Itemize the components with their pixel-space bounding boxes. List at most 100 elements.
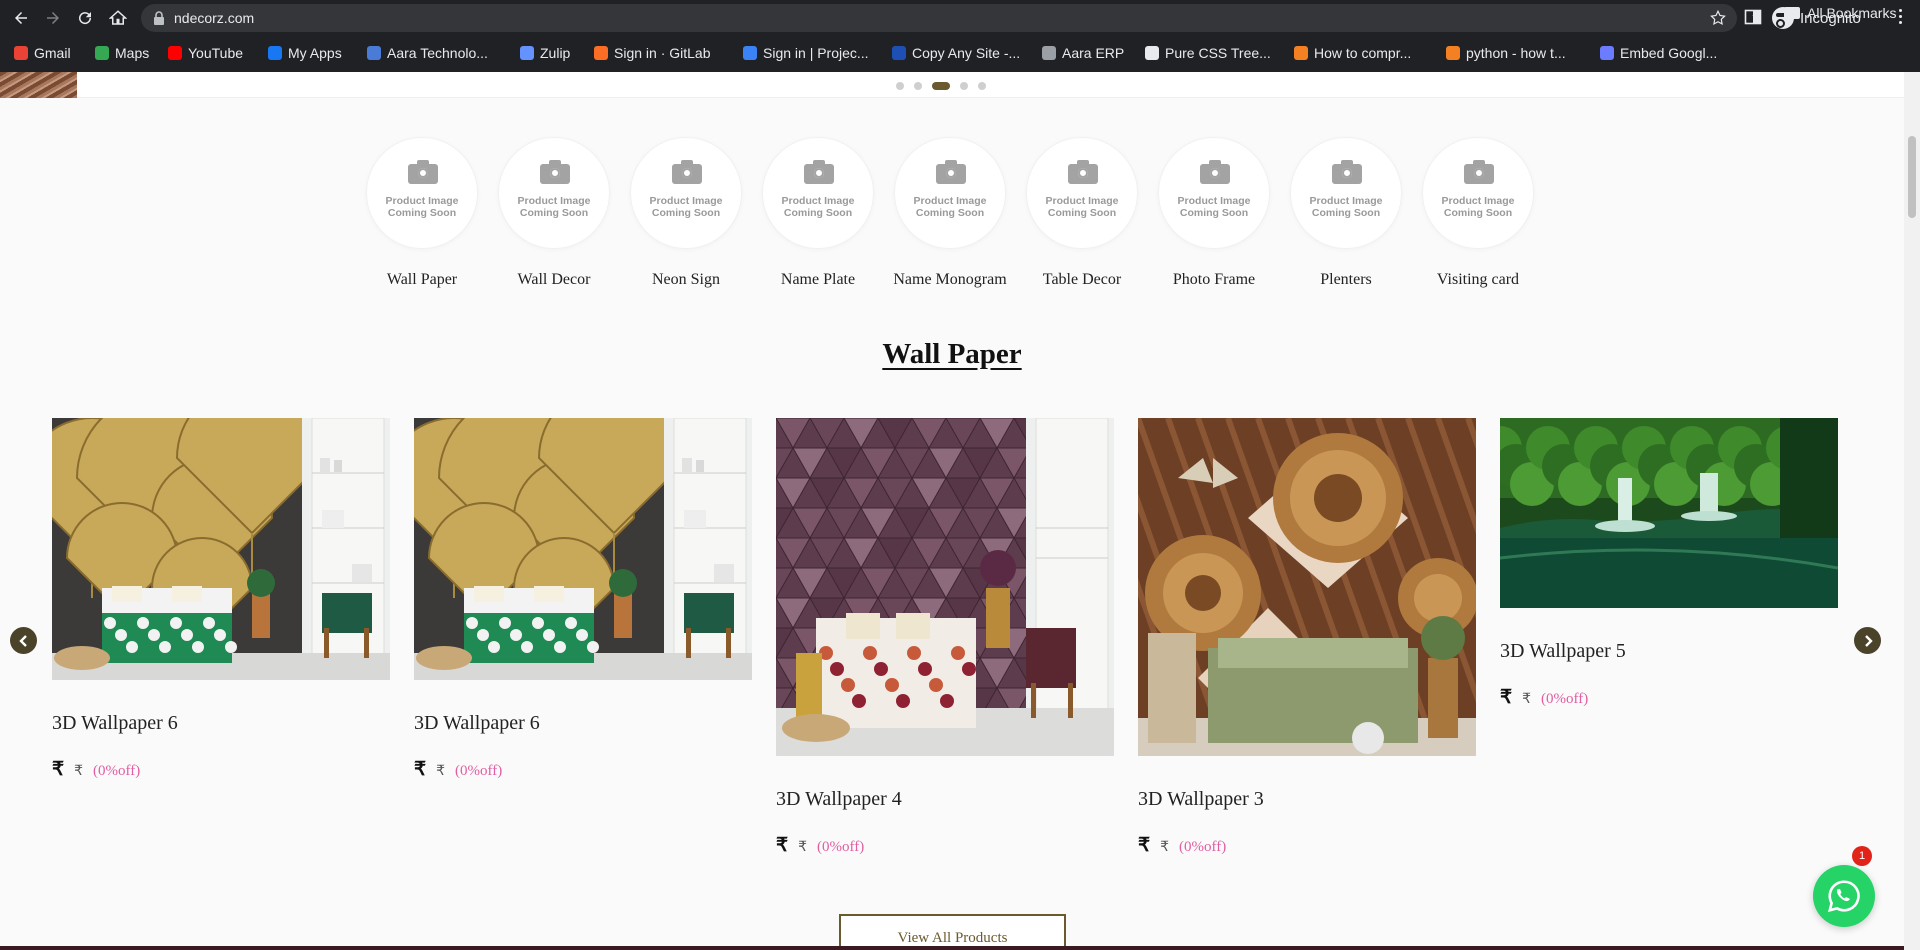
camera-icon (1200, 160, 1230, 184)
discount-label: (0%off) (1541, 691, 1589, 707)
category-label[interactable]: Wall Paper (356, 271, 488, 289)
product-image[interactable] (52, 418, 390, 680)
category-label[interactable]: Name Monogram (884, 271, 1016, 289)
bookmark-item[interactable]: Pure CSS Tree... (1145, 40, 1271, 66)
image-placeholder-text: Product Image Coming Soon (499, 195, 609, 219)
category-item[interactable]: Product Image Coming Soon Table Decor (1016, 138, 1148, 298)
bookmark-item[interactable]: Embed Googl... (1600, 40, 1717, 66)
category-image[interactable]: Product Image Coming Soon (1423, 138, 1533, 248)
bookmark-item[interactable]: Zulip (520, 40, 570, 66)
category-item[interactable]: Product Image Coming Soon Wall Paper (356, 138, 488, 298)
bookmark-item[interactable]: Sign in · GitLab (594, 40, 711, 66)
home-icon[interactable] (106, 6, 130, 30)
bookmark-item[interactable]: My Apps (268, 40, 342, 66)
category-image[interactable]: Product Image Coming Soon (895, 138, 1005, 248)
whatsapp-chat-button[interactable] (1813, 865, 1875, 927)
carousel-dot[interactable] (896, 82, 904, 90)
placeholder-line-1: Product Image (1309, 195, 1383, 207)
bookmark-item[interactable]: Gmail (14, 40, 71, 66)
category-image[interactable]: Product Image Coming Soon (1291, 138, 1401, 248)
category-label[interactable]: Name Plate (752, 271, 884, 289)
category-image[interactable]: Product Image Coming Soon (1159, 138, 1269, 248)
bookmark-label: Zulip (540, 45, 571, 61)
placeholder-line-1: Product Image (913, 195, 987, 207)
bookmark-item[interactable]: How to compr... (1294, 40, 1411, 66)
reload-icon[interactable] (73, 6, 97, 30)
product-image[interactable] (414, 418, 752, 680)
category-label[interactable]: Wall Decor (488, 271, 620, 289)
carousel-dot[interactable] (914, 82, 922, 90)
product-price: ₹ ₹ (0%off) (776, 834, 864, 857)
category-item[interactable]: Product Image Coming Soon Name Plate (752, 138, 884, 298)
camera-icon (1068, 160, 1098, 184)
bookmark-item[interactable]: python - how t... (1446, 40, 1566, 66)
scrollbar-thumb[interactable] (1908, 136, 1916, 218)
favicon-icon (95, 46, 109, 60)
bookmark-item[interactable]: Sign in | Projec... (743, 40, 869, 66)
image-placeholder-text: Product Image Coming Soon (1027, 195, 1137, 219)
product-price: ₹ ₹ (0%off) (1138, 834, 1226, 857)
product-name[interactable]: 3D Wallpaper 4 (776, 788, 902, 811)
carousel-next-button[interactable] (1854, 627, 1881, 654)
bookmark-label: Aara ERP (1062, 45, 1125, 61)
category-item[interactable]: Product Image Coming Soon Wall Decor (488, 138, 620, 298)
page-scrollbar[interactable] (1904, 72, 1920, 950)
carousel-dot[interactable] (960, 82, 968, 90)
all-bookmarks-button[interactable]: All Bookmarks (1784, 0, 1896, 26)
category-label[interactable]: Plenters (1280, 271, 1412, 289)
product-name[interactable]: 3D Wallpaper 6 (414, 712, 540, 735)
product-price: ₹ ₹ (0%off) (1500, 686, 1588, 709)
address-bar[interactable]: ndecorz.com (141, 4, 1737, 32)
camera-icon (408, 160, 438, 184)
bookmarks-overflow-button[interactable]: » (1752, 4, 1760, 20)
bookmark-label: Embed Googl... (1620, 45, 1718, 61)
chevron-right-icon (1864, 634, 1873, 647)
wallpaper-image (1500, 418, 1838, 608)
bookmark-item[interactable]: YouTube (168, 40, 243, 66)
category-item[interactable]: Product Image Coming Soon Name Monogram (884, 138, 1016, 298)
carousel-dot[interactable] (932, 82, 950, 90)
product-image[interactable] (1138, 418, 1476, 756)
back-icon[interactable] (9, 6, 33, 30)
category-item[interactable]: Product Image Coming Soon Visiting card (1412, 138, 1544, 298)
category-image[interactable]: Product Image Coming Soon (499, 138, 609, 248)
product-name[interactable]: 3D Wallpaper 6 (52, 712, 178, 735)
camera-icon (1332, 160, 1362, 184)
category-image[interactable]: Product Image Coming Soon (631, 138, 741, 248)
carousel-prev-button[interactable] (10, 627, 37, 654)
category-image[interactable]: Product Image Coming Soon (763, 138, 873, 248)
product-image[interactable] (1500, 418, 1838, 608)
category-image[interactable]: Product Image Coming Soon (367, 138, 477, 248)
category-list: Product Image Coming Soon Wall Paper Produc… (356, 138, 1556, 298)
bookmark-label: Pure CSS Tree... (1165, 45, 1271, 61)
product-name[interactable]: 3D Wallpaper 3 (1138, 788, 1264, 811)
product-image[interactable] (776, 418, 1114, 756)
category-item[interactable]: Product Image Coming Soon Neon Sign (620, 138, 752, 298)
favicon-icon (1042, 46, 1056, 60)
footer-edge (0, 946, 1904, 950)
bookmark-item[interactable]: Aara ERP (1042, 40, 1124, 66)
view-all-products-button[interactable]: View All Products (839, 914, 1066, 950)
bookmark-item[interactable]: Copy Any Site -... (892, 40, 1020, 66)
category-item[interactable]: Product Image Coming Soon Photo Frame (1148, 138, 1280, 298)
carousel-dot[interactable] (978, 82, 986, 90)
category-image[interactable]: Product Image Coming Soon (1027, 138, 1137, 248)
product-price: ₹ ₹ (0%off) (52, 758, 140, 781)
bookmark-label: python - how t... (1466, 45, 1566, 61)
wallpaper-image (1138, 418, 1476, 756)
bookmark-star-icon[interactable] (1709, 9, 1727, 27)
bookmark-item[interactable]: Aara Technolo... (367, 40, 488, 66)
bookmark-label: Sign in | Projec... (763, 45, 869, 61)
currency-symbol: ₹ (52, 759, 65, 780)
category-label[interactable]: Neon Sign (620, 271, 752, 289)
category-item[interactable]: Product Image Coming Soon Plenters (1280, 138, 1412, 298)
category-label[interactable]: Visiting card (1412, 271, 1544, 289)
category-label[interactable]: Photo Frame (1148, 271, 1280, 289)
image-placeholder-text: Product Image Coming Soon (763, 195, 873, 219)
forward-icon[interactable] (41, 6, 65, 30)
placeholder-line-1: Product Image (1177, 195, 1251, 207)
bookmark-item[interactable]: Maps (95, 40, 149, 66)
category-label[interactable]: Table Decor (1016, 271, 1148, 289)
product-name[interactable]: 3D Wallpaper 5 (1500, 640, 1626, 663)
image-placeholder-text: Product Image Coming Soon (1291, 195, 1401, 219)
